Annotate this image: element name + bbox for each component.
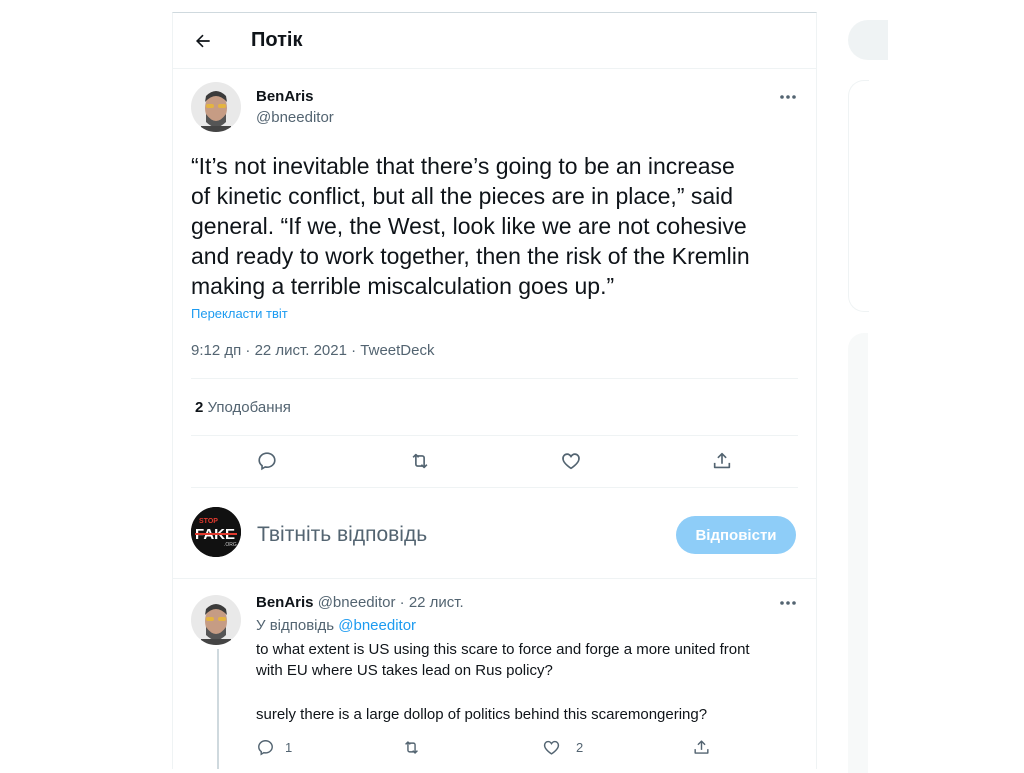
avatar-image	[191, 82, 241, 132]
reply-text-line: surely there is a large dollop of politi…	[256, 706, 708, 723]
divider	[173, 578, 816, 579]
share-icon	[694, 740, 709, 754]
avatar[interactable]	[191, 82, 241, 132]
replying-to: У відповідь @bneeditor	[256, 615, 416, 637]
reply-date[interactable]: 22 лист.	[409, 594, 464, 611]
divider	[191, 435, 798, 436]
divider	[191, 378, 798, 379]
reply-retweet-button[interactable]	[401, 738, 422, 757]
reply-icon	[258, 452, 276, 471]
reply-like-button[interactable]: 2	[542, 738, 583, 757]
reply-text-line: with EU where US takes lead on Rus polic…	[256, 662, 553, 679]
page-title: Потік	[251, 29, 303, 51]
reply-input[interactable]: Твітніть відповідь	[257, 523, 427, 547]
user-avatar[interactable]: STOP FAKE .ORG	[191, 507, 241, 557]
arrow-left-icon	[196, 34, 210, 48]
separator: ·	[399, 594, 405, 611]
svg-text:STOP: STOP	[199, 518, 218, 525]
author-handle[interactable]: @bneeditor	[256, 109, 334, 126]
more-icon	[780, 95, 796, 99]
replying-to-handle[interactable]: @bneeditor	[338, 617, 416, 634]
author-name[interactable]: BenAris	[256, 88, 314, 105]
reply-share-button[interactable]	[692, 738, 711, 757]
reply-more-button[interactable]	[776, 595, 800, 611]
reply-reply-button[interactable]: 1	[256, 738, 292, 757]
top-bar: Потік	[173, 13, 816, 68]
reply-submit-button[interactable]: Відповісти	[676, 516, 796, 554]
likes-count-link[interactable]: 2 Уподобання	[195, 399, 291, 416]
replying-prefix: У відповідь	[256, 617, 335, 634]
sidebar-card	[848, 80, 869, 312]
retweet-icon	[412, 453, 428, 469]
tweet-text-line: “It’s not inevitable that there’s going …	[191, 153, 735, 179]
thread-line	[217, 649, 219, 769]
heart-icon	[543, 740, 560, 755]
stopfake-logo: STOP FAKE .ORG	[191, 507, 241, 557]
reply-count: 1	[285, 740, 293, 755]
more-button[interactable]	[776, 89, 800, 105]
sidebar-search-input[interactable]	[848, 20, 888, 60]
main-column: Потік BenAris @bneeditor “It’s not inevi…	[172, 12, 817, 769]
svg-text:.ORG: .ORG	[224, 542, 237, 548]
sidebar-card	[848, 333, 868, 773]
tweet-text-line: of kinetic conflict, but all the pieces …	[191, 183, 734, 209]
tweet-text-line: general. “If we, the West, look like we …	[191, 213, 747, 239]
avatar[interactable]	[191, 595, 241, 645]
reply-icon	[258, 740, 273, 756]
more-icon	[780, 601, 796, 605]
like-button[interactable]	[560, 450, 582, 472]
tweet-timestamp[interactable]: 9:12 дп · 22 лист. 2021 · TweetDeck	[191, 342, 435, 359]
tweet-text-line: making a terrible miscalculation goes up…	[191, 273, 615, 299]
likes-count: 2	[195, 399, 204, 416]
translate-link[interactable]: Перекласти твіт	[191, 306, 288, 321]
avatar-image	[191, 595, 241, 645]
retweet-icon	[405, 741, 418, 754]
back-button[interactable]	[189, 27, 217, 55]
heart-icon	[562, 453, 580, 470]
reply-button[interactable]	[256, 450, 278, 472]
tweet-text: “It’s not inevitable that there’s going …	[191, 151, 803, 301]
reply-author-handle[interactable]: @bneeditor	[318, 594, 396, 611]
retweet-button[interactable]	[408, 450, 432, 472]
tweet-text-line: and ready to work together, then the ris…	[191, 243, 750, 269]
reply-author-name[interactable]: BenAris	[256, 594, 314, 611]
like-count: 2	[576, 740, 584, 755]
divider	[173, 68, 816, 69]
reply-header: BenAris @bneeditor · 22 лист.	[256, 592, 464, 614]
share-icon	[713, 452, 731, 469]
share-button[interactable]	[711, 450, 733, 472]
reply-text-line: to what extent is US using this scare to…	[256, 641, 750, 658]
likes-label: Уподобання	[207, 399, 291, 416]
divider	[191, 487, 798, 488]
